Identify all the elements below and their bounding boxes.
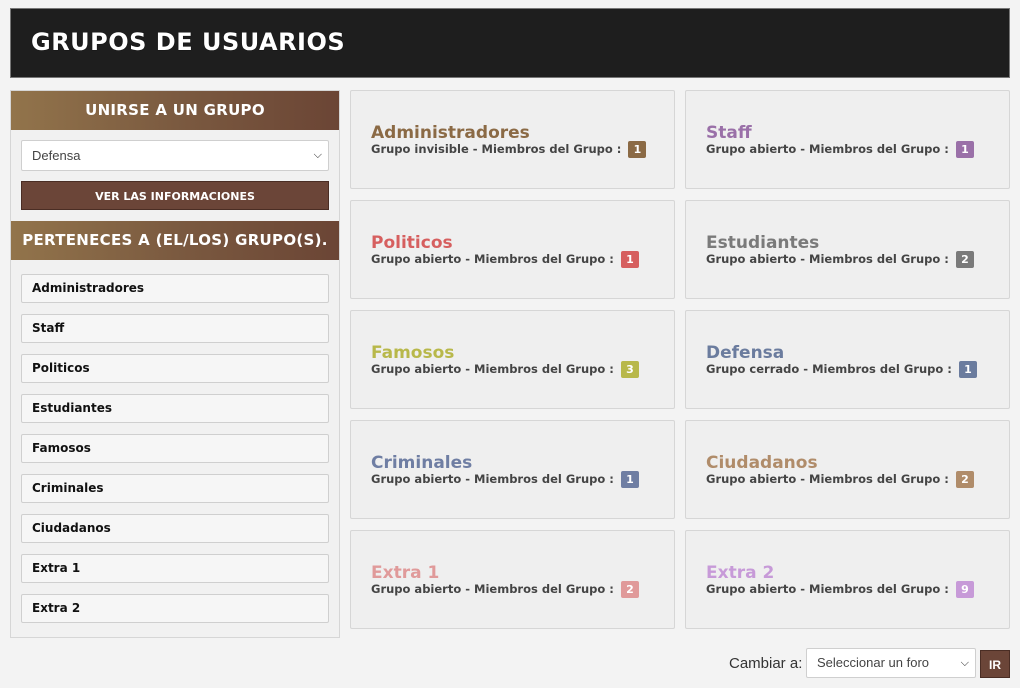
member-count-badge: 2 (955, 251, 974, 268)
member-group-item[interactable]: Administradores (21, 274, 329, 303)
group-meta: Grupo abierto - Miembros del Grupo : 1 (706, 141, 974, 158)
jump-to-label: Cambiar a: (729, 655, 803, 672)
group-name[interactable]: Staff (706, 123, 752, 143)
members-label: Miembros del Grupo : (809, 472, 949, 486)
group-name[interactable]: Famosos (371, 343, 454, 363)
member-group-item[interactable]: Politicos (21, 354, 329, 383)
group-name[interactable]: Defensa (706, 343, 784, 363)
member-count-badge: 1 (958, 361, 977, 378)
member-count-badge: 2 (955, 471, 974, 488)
group-meta: Grupo abierto - Miembros del Grupo : 1 (371, 471, 639, 488)
member-group-item[interactable]: Criminales (21, 474, 329, 503)
group-meta: Grupo abierto - Miembros del Grupo : 2 (706, 471, 974, 488)
members-label: Miembros del Grupo : (474, 252, 614, 266)
group-card: Estudiantes Grupo abierto - Miembros del… (685, 200, 1010, 299)
group-meta: Grupo abierto - Miembros del Grupo : 2 (371, 581, 639, 598)
group-card: Extra 1 Grupo abierto - Miembros del Gru… (350, 530, 675, 629)
group-select-value: Defensa (32, 148, 81, 163)
go-button[interactable]: IR (980, 650, 1010, 678)
group-status: Grupo abierto (706, 472, 797, 486)
group-meta: Grupo abierto - Miembros del Grupo : 9 (706, 581, 974, 598)
group-status: Grupo abierto (371, 582, 462, 596)
group-card: Ciudadanos Grupo abierto - Miembros del … (685, 420, 1010, 519)
group-status: Grupo invisible (371, 142, 469, 156)
group-status: Grupo abierto (706, 142, 797, 156)
group-name[interactable]: Extra 2 (706, 563, 774, 583)
forum-jump-value: Seleccionar un foro (817, 655, 930, 670)
member-group-item[interactable]: Extra 1 (21, 554, 329, 583)
group-name[interactable]: Ciudadanos (706, 453, 818, 473)
member-count-badge: 3 (620, 361, 639, 378)
members-label: Miembros del Grupo : (812, 362, 952, 376)
group-name[interactable]: Politicos (371, 233, 453, 253)
member-group-item[interactable]: Extra 2 (21, 594, 329, 623)
group-card: Staff Grupo abierto - Miembros del Grupo… (685, 90, 1010, 189)
member-count-badge: 2 (620, 581, 639, 598)
member-count-badge: 1 (620, 251, 639, 268)
members-label: Miembros del Grupo : (809, 582, 949, 596)
member-group-item[interactable]: Estudiantes (21, 394, 329, 423)
group-select[interactable]: Defensa ⌵ (21, 140, 329, 171)
view-info-button[interactable]: VER LAS INFORMACIONES (21, 181, 329, 210)
member-groups-title: PERTENECES A (EL/LOS) GRUPO(S). (11, 221, 339, 260)
group-card: Administradores Grupo invisible - Miembr… (350, 90, 675, 189)
chevron-down-icon: ⌵ (313, 149, 322, 161)
group-card: Criminales Grupo abierto - Miembros del … (350, 420, 675, 519)
group-meta: Grupo cerrado - Miembros del Grupo : 1 (706, 361, 977, 378)
member-count-badge: 1 (628, 141, 647, 158)
member-group-item[interactable]: Famosos (21, 434, 329, 463)
group-status: Grupo abierto (371, 362, 462, 376)
member-count-badge: 1 (955, 141, 974, 158)
forum-jump-select[interactable]: Seleccionar un foro ⌵ (806, 648, 976, 678)
group-status: Grupo abierto (706, 582, 797, 596)
group-meta: Grupo abierto - Miembros del Grupo : 3 (371, 361, 639, 378)
group-card: Extra 2 Grupo abierto - Miembros del Gru… (685, 530, 1010, 629)
member-group-list: Administradores Staff Politicos Estudian… (21, 274, 329, 634)
group-status: Grupo abierto (706, 252, 797, 266)
join-group-title: UNIRSE A UN GRUPO (11, 91, 339, 130)
member-group-item[interactable]: Ciudadanos (21, 514, 329, 543)
group-card: Famosos Grupo abierto - Miembros del Gru… (350, 310, 675, 409)
members-label: Miembros del Grupo : (809, 142, 949, 156)
group-card: Defensa Grupo cerrado - Miembros del Gru… (685, 310, 1010, 409)
group-name[interactable]: Estudiantes (706, 233, 819, 253)
sidebar: UNIRSE A UN GRUPO Defensa ⌵ VER LAS INFO… (10, 90, 340, 638)
members-label: Miembros del Grupo : (474, 362, 614, 376)
group-status: Grupo cerrado (706, 362, 800, 376)
group-status: Grupo abierto (371, 252, 462, 266)
page-title: GRUPOS DE USUARIOS (31, 28, 346, 56)
group-name[interactable]: Extra 1 (371, 563, 439, 583)
group-meta: Grupo abierto - Miembros del Grupo : 1 (371, 251, 639, 268)
group-status: Grupo abierto (371, 472, 462, 486)
group-card: Politicos Grupo abierto - Miembros del G… (350, 200, 675, 299)
chevron-down-icon: ⌵ (960, 657, 969, 669)
group-meta: Grupo invisible - Miembros del Grupo : 1 (371, 141, 647, 158)
members-label: Miembros del Grupo : (474, 472, 614, 486)
member-count-badge: 9 (955, 581, 974, 598)
members-label: Miembros del Grupo : (809, 252, 949, 266)
member-group-item[interactable]: Staff (21, 314, 329, 343)
group-name[interactable]: Criminales (371, 453, 472, 473)
group-name[interactable]: Administradores (371, 123, 530, 143)
group-meta: Grupo abierto - Miembros del Grupo : 2 (706, 251, 974, 268)
members-label: Miembros del Grupo : (474, 582, 614, 596)
member-count-badge: 1 (620, 471, 639, 488)
members-label: Miembros del Grupo : (481, 142, 622, 156)
page-header: GRUPOS DE USUARIOS (10, 8, 1010, 78)
